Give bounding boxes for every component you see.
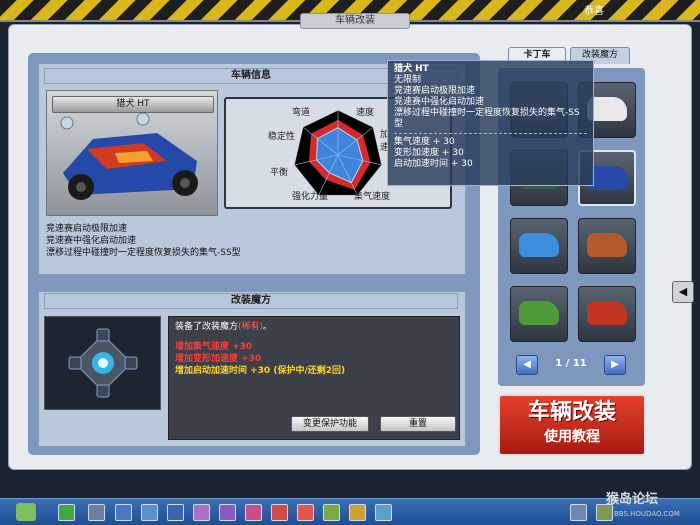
tooltip-bonus: 集气速度 + 30 <box>394 137 455 147</box>
tooltip-divider <box>394 133 587 134</box>
next-page-button[interactable]: ▶ <box>604 355 626 375</box>
magic-cube-icon <box>68 328 138 398</box>
tooltip-line: 漂移过程中碰撞时一定程度恢复损失的集气-SS型 <box>394 108 580 129</box>
club-icon[interactable] <box>323 504 340 521</box>
prev-page-button[interactable]: ◀ <box>516 355 538 375</box>
event-icon[interactable] <box>349 504 366 521</box>
tooltip-bonus: 启动加速时间 + 30 <box>394 159 473 169</box>
home-icon[interactable] <box>115 504 132 521</box>
equipped-rarity: (稀有) <box>238 322 264 332</box>
garage-icon[interactable] <box>167 504 184 521</box>
bonus-line-start-boost: 增加启动加速时间 +30 (保护中/还剩2回) <box>175 366 346 376</box>
tooltip-bonus: 变形加速度 + 30 <box>394 148 464 158</box>
tooltip-line: 无限制 <box>394 75 422 85</box>
kart-thumbnail <box>519 301 559 325</box>
window-title: 车辆改装 <box>300 13 410 29</box>
inventory-slot[interactable] <box>510 286 568 342</box>
equipped-line: 装备了改装魔方(稀有)。 <box>175 321 453 333</box>
gift-icon[interactable] <box>193 504 210 521</box>
description-line: 竞速赛中强化启动加速 <box>46 236 137 246</box>
tooltip-title: 猎犬 HT <box>394 64 429 74</box>
watermark: 猴岛论坛 <box>606 492 659 507</box>
reset-button[interactable]: 重置 <box>380 416 456 432</box>
inventory-slot[interactable] <box>578 218 636 274</box>
items-icon[interactable] <box>219 504 236 521</box>
stat-label-nitro-speed: 集气速度 <box>354 192 391 202</box>
stat-label-stability: 稳定性 <box>268 132 296 142</box>
avatar-icon[interactable] <box>245 504 262 521</box>
taskbar <box>0 498 700 525</box>
settings-icon[interactable] <box>570 504 587 521</box>
bonus-line-nitro: 增加集气速度 +30 <box>175 342 253 352</box>
equipped-prefix: 装备了改装魔方 <box>175 322 239 332</box>
congrats-label: 恭喜 <box>584 6 604 17</box>
tutorial-subtitle: 使用教程 <box>544 429 600 445</box>
tooltip-line: 竞速赛中强化启动加速 <box>394 97 485 107</box>
kart-thumbnail <box>587 301 627 325</box>
kart-thumbnail <box>587 233 627 257</box>
collapse-handle[interactable]: ◀ <box>672 281 694 303</box>
watermark-url: BBS.HOUDAO.COM <box>614 510 680 518</box>
page-indicator: 1 / 11 <box>555 358 587 369</box>
tools-icon[interactable] <box>141 504 158 521</box>
magic-cube-image <box>44 316 161 410</box>
friends-icon[interactable] <box>297 504 314 521</box>
tutorial-title: 车辆改装 <box>527 400 616 425</box>
page-total: 11 <box>572 358 587 369</box>
tooltip-line: 竞速赛启动极限加速 <box>394 86 476 96</box>
mod-magic-header: 改装魔方 <box>44 293 458 309</box>
shop-icon[interactable] <box>88 504 105 521</box>
back-icon[interactable] <box>58 504 75 521</box>
car-name-plate: 猎犬 HT <box>52 96 214 113</box>
pagination: ◀ 1 / 11 ▶ <box>514 355 628 375</box>
description-line: 漂移过程中碰撞时一定程度恢复损失的集气-SS型 <box>46 248 241 258</box>
description-line: 竞速赛启动极限加速 <box>46 224 128 234</box>
kart-thumbnail <box>519 233 559 257</box>
tutorial-button[interactable]: 车辆改装 使用教程 <box>498 394 646 456</box>
stat-label-balance: 平衡 <box>270 168 289 178</box>
chevron-left-icon: ◀ <box>678 285 688 298</box>
bonus-line-transform: 增加变形加速度 +30 <box>175 354 262 364</box>
change-protect-button[interactable]: 变更保护功能 <box>291 416 369 432</box>
start-icon[interactable] <box>16 503 36 521</box>
equipped-suffix: 。 <box>263 322 273 332</box>
stat-label-corner: 弯道 <box>292 108 311 118</box>
stat-label-boost-power: 强化力量 <box>292 192 329 202</box>
chat-icon[interactable] <box>375 504 392 521</box>
kart-thumbnail <box>588 166 628 190</box>
inventory-slot[interactable] <box>578 286 636 342</box>
mail-icon[interactable] <box>271 504 288 521</box>
car-tooltip: 猎犬 HT 无限制 竞速赛启动极限加速 竞速赛中强化启动加速 漂移过程中碰撞时一… <box>387 60 594 186</box>
stat-label-speed: 速度 <box>356 108 375 118</box>
inventory-slot[interactable] <box>510 218 568 274</box>
vehicle-description: 竞速赛启动极限加速 竞速赛中强化启动加速 漂移过程中碰撞时一定程度恢复损失的集气… <box>46 223 460 259</box>
page-current: 1 <box>555 358 563 369</box>
